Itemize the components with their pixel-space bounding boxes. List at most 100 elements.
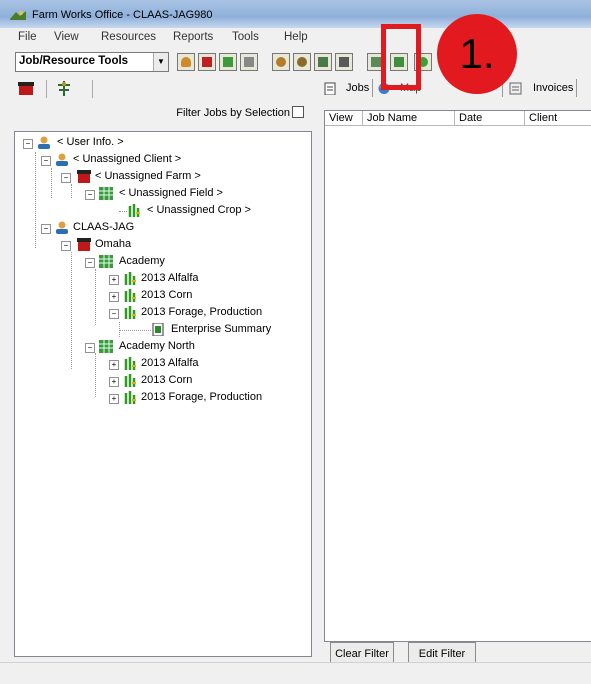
- chevron-down-icon[interactable]: ▼: [153, 53, 168, 71]
- tree-node-label: < Unassigned Crop >: [147, 204, 251, 216]
- crop-icon: [124, 306, 136, 319]
- add-field-button[interactable]: [219, 53, 237, 71]
- menu-view[interactable]: View: [54, 31, 79, 43]
- tree-structure-icon[interactable]: [56, 81, 72, 96]
- column-header-client[interactable]: Client: [525, 111, 591, 126]
- expand-icon[interactable]: +: [109, 394, 119, 404]
- tool-group-select[interactable]: Job/Resource Tools ▼: [15, 52, 169, 72]
- menu-file[interactable]: File: [18, 31, 37, 43]
- column-header-view[interactable]: View: [325, 111, 363, 126]
- tool-group-value: Job/Resource Tools: [19, 55, 129, 67]
- tree-node-academy[interactable]: − Academy: [15, 254, 215, 270]
- collapse-icon[interactable]: −: [61, 241, 71, 251]
- divider: [46, 80, 47, 98]
- barn-icon: [77, 170, 91, 183]
- step-number: 1.: [459, 30, 495, 77]
- collapse-icon[interactable]: −: [85, 190, 95, 200]
- tree-node-label: 2013 Alfalfa: [141, 272, 199, 284]
- clipboard-icon: [324, 82, 336, 95]
- crop-icon: [124, 357, 136, 370]
- client-icon: [181, 57, 191, 67]
- divider: [92, 80, 93, 98]
- tree-node-unassigned-client[interactable]: − < Unassigned Client >: [15, 152, 215, 168]
- add-farm-button[interactable]: [198, 53, 216, 71]
- tree-node-label: Academy North: [119, 340, 195, 352]
- tree-node-omaha[interactable]: − Omaha: [15, 237, 215, 253]
- vehicle-button[interactable]: [335, 53, 353, 71]
- tree-node-label: 2013 Forage, Production: [141, 391, 263, 403]
- barn-icon: [77, 238, 91, 251]
- person-icon: [56, 153, 68, 166]
- tree-node-label: < Unassigned Field >: [119, 187, 223, 199]
- tree-node-label: Enterprise Summary: [171, 323, 272, 335]
- divider: [372, 79, 373, 97]
- tree-node-label: Omaha: [95, 238, 132, 250]
- tree-node-label: 2013 Alfalfa: [141, 357, 199, 369]
- menu-help[interactable]: Help: [284, 31, 308, 43]
- tree-node-label: < Unassigned Client >: [73, 153, 182, 165]
- collapse-icon[interactable]: −: [41, 224, 51, 234]
- tree-node-academy-north[interactable]: − Academy North: [15, 339, 215, 355]
- house-icon: [244, 57, 254, 67]
- tree-node-user-info[interactable]: − < User Info. >: [15, 135, 215, 151]
- column-header-date[interactable]: Date: [455, 111, 525, 126]
- tree-node-academy-2013-alfalfa[interactable]: + 2013 Alfalfa: [15, 271, 235, 287]
- tree-line: [119, 330, 151, 331]
- field-icon: [99, 340, 113, 353]
- filter-jobs-checkbox[interactable]: [292, 106, 304, 118]
- add-client-button[interactable]: [177, 53, 195, 71]
- tree-node-unassigned-crop[interactable]: < Unassigned Crop >: [15, 203, 265, 219]
- expand-icon[interactable]: +: [109, 360, 119, 370]
- tree-node-unassigned-farm[interactable]: − < Unassigned Farm >: [15, 169, 235, 185]
- people-icon: [297, 57, 307, 67]
- tree-node-academy-2013-forage[interactable]: − 2013 Forage, Production: [15, 305, 285, 321]
- tree-node-label: 2013 Corn: [141, 289, 193, 301]
- app-icon: [10, 11, 26, 20]
- divider: [576, 79, 577, 97]
- crop-icon: [124, 391, 136, 404]
- tree-node-north-2013-alfalfa[interactable]: + 2013 Alfalfa: [15, 356, 235, 372]
- expand-icon[interactable]: +: [109, 377, 119, 387]
- add-building-button[interactable]: [240, 53, 258, 71]
- tree-node-label: < Unassigned Farm >: [95, 170, 201, 182]
- collapse-icon[interactable]: −: [23, 139, 33, 149]
- field-icon: [99, 187, 113, 200]
- clear-filter-button[interactable]: Clear Filter: [330, 642, 394, 664]
- menu-tools[interactable]: Tools: [232, 31, 259, 43]
- collapse-icon[interactable]: −: [109, 309, 119, 319]
- expand-icon[interactable]: +: [109, 275, 119, 285]
- equipment-icon: [318, 57, 328, 67]
- jobs-panel: Jobs Map Invoices View Job Name Date Cli…: [318, 76, 591, 664]
- tree-node-unassigned-field[interactable]: − < Unassigned Field >: [15, 186, 255, 202]
- collapse-icon[interactable]: −: [85, 343, 95, 353]
- tree-node-claas-jag[interactable]: − CLAAS-JAG: [15, 220, 215, 236]
- menu-reports[interactable]: Reports: [173, 31, 213, 43]
- tree-node-academy-2013-corn[interactable]: + 2013 Corn: [15, 288, 235, 304]
- field-icon: [99, 255, 113, 268]
- column-header-job-name[interactable]: Job Name: [363, 111, 455, 126]
- edit-filter-button[interactable]: Edit Filter: [408, 642, 476, 664]
- collapse-icon[interactable]: −: [61, 173, 71, 183]
- jobs-table: View Job Name Date Client: [324, 110, 591, 642]
- collapse-icon[interactable]: −: [85, 258, 95, 268]
- barn-icon[interactable]: [18, 82, 34, 95]
- filter-label: Filter Jobs by Selection: [176, 107, 290, 119]
- tree-node-north-2013-corn[interactable]: + 2013 Corn: [15, 373, 235, 389]
- field-icon: [223, 57, 233, 67]
- highlight-box: [381, 24, 421, 90]
- expand-icon[interactable]: +: [109, 292, 119, 302]
- collapse-icon[interactable]: −: [41, 156, 51, 166]
- employee-button[interactable]: [272, 53, 290, 71]
- resource-panel: Filter Jobs by Selection − < User Info. …: [0, 102, 318, 662]
- crop-icon: [124, 289, 136, 302]
- person-icon: [276, 57, 286, 67]
- tree-node-north-2013-forage[interactable]: + 2013 Forage, Production: [15, 390, 285, 406]
- tree-line: [119, 211, 127, 212]
- menu-resources[interactable]: Resources: [101, 31, 156, 43]
- tab-label: Invoices: [533, 82, 574, 94]
- tree-node-label: 2013 Corn: [141, 374, 193, 386]
- customer-button[interactable]: [293, 53, 311, 71]
- tree-node-enterprise-summary[interactable]: Enterprise Summary: [15, 322, 295, 338]
- status-bar: [0, 662, 591, 684]
- equipment-button[interactable]: [314, 53, 332, 71]
